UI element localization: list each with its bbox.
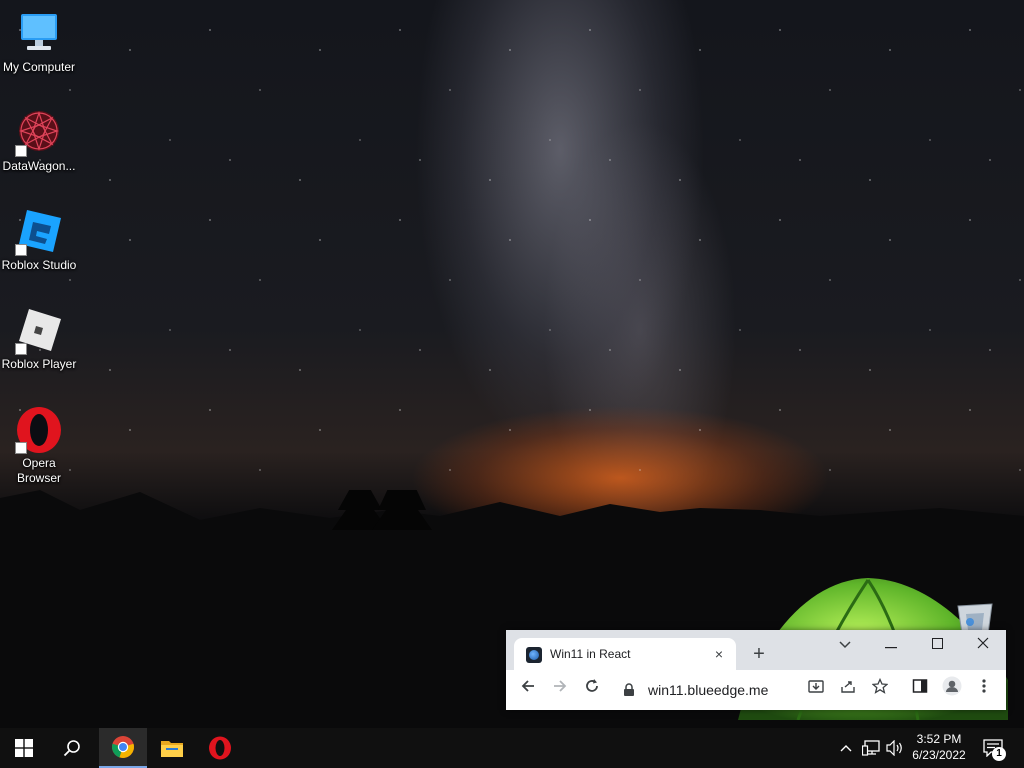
computer-icon (15, 10, 63, 58)
desktop-icon-datawagon[interactable]: DataWagon... (0, 99, 78, 174)
shortcut-arrow-icon (15, 244, 27, 256)
bookmark-button[interactable] (866, 676, 894, 704)
network-icon (862, 740, 880, 756)
chevron-up-icon (840, 745, 852, 752)
kebab-menu-icon (982, 679, 986, 693)
arrow-right-icon (554, 680, 567, 692)
start-button[interactable] (0, 728, 48, 768)
lock-icon (624, 683, 634, 696)
reload-icon (586, 679, 598, 692)
maximize-icon (931, 638, 943, 649)
taskbar-file-explorer-button[interactable] (148, 728, 196, 768)
install-app-button[interactable] (802, 676, 830, 704)
speaker-icon (886, 740, 902, 756)
shortcut-arrow-icon (15, 145, 27, 157)
tab-strip: Win11 in React × + (506, 630, 1006, 670)
notification-count-badge: 1 (992, 747, 1006, 761)
desktop-icon-label: My Computer (2, 60, 76, 74)
install-icon (808, 680, 824, 693)
browser-toolbar: win11.blueedge.me (506, 670, 1006, 710)
opera-icon (209, 736, 231, 760)
recycle-bin-icon[interactable] (954, 600, 996, 635)
close-icon (977, 637, 989, 649)
desktop-icon-roblox-studio[interactable]: Roblox Studio (0, 198, 78, 273)
forward-button[interactable] (546, 676, 574, 704)
shortcut-arrow-icon (15, 343, 27, 355)
shortcut-arrow-icon (15, 442, 27, 454)
taskbar-opera-button[interactable] (196, 728, 244, 768)
desktop-icon-label: Roblox Player (1, 357, 77, 371)
taskbar-clock[interactable]: 3:52 PM 6/23/2022 (904, 731, 974, 763)
tab-win11-in-react[interactable]: Win11 in React × (514, 638, 736, 670)
desktop-icon-label: DataWagon... (2, 159, 76, 173)
minimize-button[interactable] (868, 630, 914, 658)
chrome-icon (112, 736, 134, 758)
taskbar: 3:52 PM 6/23/2022 1 (0, 728, 1024, 768)
desktop-icon-opera[interactable]: Opera Browser (0, 396, 78, 486)
tab-search-button[interactable] (822, 630, 868, 658)
roblox-player-icon (15, 307, 63, 355)
clock-date: 6/23/2022 (912, 748, 966, 762)
profile-button[interactable] (938, 676, 966, 704)
side-panel-icon (912, 679, 928, 693)
desktop-icon-roblox-player[interactable]: Roblox Player (0, 297, 78, 372)
close-window-button[interactable] (960, 630, 1006, 658)
browser-window[interactable]: Win11 in React × + win11.blueedge.me (506, 630, 1006, 710)
show-hidden-icons-button[interactable] (836, 728, 856, 768)
back-button[interactable] (514, 676, 542, 704)
search-icon (63, 740, 80, 757)
desktop-wallpaper (0, 0, 1024, 728)
share-button[interactable] (834, 676, 862, 704)
star-icon (871, 677, 889, 694)
desktop-icon-label: Opera Browser (16, 456, 61, 485)
clock-time: 3:52 PM (916, 732, 962, 746)
roblox-studio-icon (15, 208, 63, 256)
tab-title: Win11 in React (550, 647, 631, 661)
reload-button[interactable] (578, 676, 606, 704)
desktop-icon-label: Roblox Studio (1, 258, 77, 272)
folder-icon (161, 741, 183, 757)
search-button[interactable] (48, 728, 96, 768)
maximize-button[interactable] (914, 630, 960, 658)
volume-button[interactable] (884, 728, 906, 768)
share-icon (841, 681, 855, 693)
tab-close-button[interactable]: × (710, 645, 728, 663)
new-tab-button[interactable]: + (746, 642, 772, 668)
side-panel-button[interactable] (906, 676, 934, 704)
network-button[interactable] (860, 728, 882, 768)
address-url: win11.blueedge.me (648, 682, 769, 698)
datawagon-icon (15, 109, 63, 157)
more-menu-button[interactable] (970, 676, 998, 704)
profile-icon (942, 676, 962, 696)
desktop-icon-my-computer[interactable]: My Computer (0, 0, 78, 75)
site-favicon-icon (526, 647, 542, 663)
opera-icon (15, 406, 63, 454)
chevron-down-icon (839, 641, 851, 649)
arrow-left-icon (521, 680, 534, 692)
notification-center-button[interactable]: 1 (978, 728, 1008, 768)
minimize-icon (885, 647, 897, 649)
windows-logo-icon (15, 739, 33, 757)
taskbar-chrome-button[interactable] (99, 728, 147, 768)
starfield (0, 0, 1024, 520)
